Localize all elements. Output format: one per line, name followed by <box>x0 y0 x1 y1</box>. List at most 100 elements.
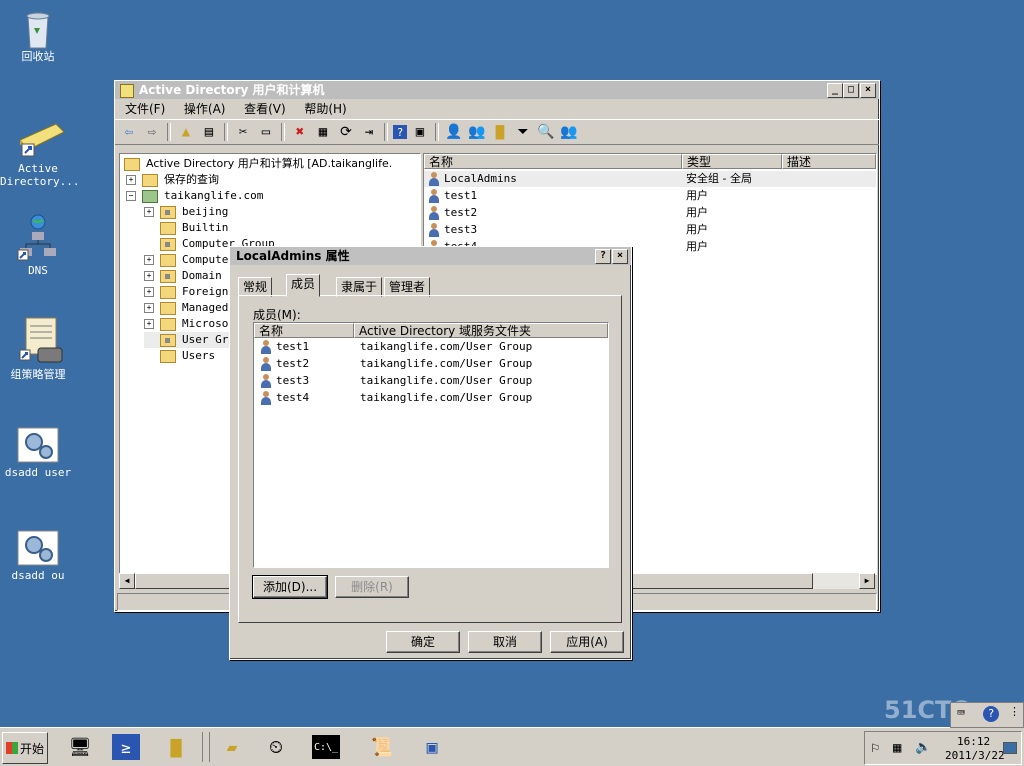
filter-icon[interactable]: ⏷ <box>513 122 533 142</box>
tree-item-microsoft[interactable]: + Microsof <box>144 316 235 332</box>
ad-users-taskbar-icon[interactable]: ▰ <box>214 732 250 762</box>
add-member-button[interactable]: 添加(D)... <box>252 575 328 599</box>
tab-members[interactable]: 成员 <box>286 274 321 297</box>
flag-icon[interactable]: ⚐ <box>871 740 879 756</box>
minimize-button[interactable]: _ <box>827 83 843 98</box>
maximize-button[interactable]: □ <box>843 83 859 98</box>
forward-arrow-icon[interactable]: ⇨ <box>142 122 162 142</box>
expand-icon[interactable]: + <box>144 303 154 313</box>
expand-icon[interactable]: + <box>144 319 154 329</box>
delete-icon[interactable]: ✖ <box>290 122 310 142</box>
expand-icon[interactable]: + <box>126 175 136 185</box>
export-list-icon[interactable]: ⇥ <box>359 122 379 142</box>
menu-action[interactable]: 操作(A) <box>184 102 226 116</box>
tab-member-of[interactable]: 隶属于 <box>336 277 383 297</box>
menu-file[interactable]: 文件(F) <box>125 102 165 116</box>
explorer-icon[interactable]: ▇ <box>158 732 194 762</box>
add-to-group-icon[interactable]: 👥 <box>559 122 579 142</box>
tree-item-domain-controllers[interactable]: + Domain C <box>144 268 235 284</box>
expand-icon[interactable]: + <box>144 207 154 217</box>
tab-managed-by[interactable]: 管理者 <box>384 277 431 297</box>
group-policy-taskbar-icon[interactable]: 📜 <box>364 732 400 762</box>
dialog-titlebar[interactable]: LocalAdmins 属性 ? × <box>230 247 631 265</box>
find-icon[interactable]: 🔍 <box>536 122 556 142</box>
tab-general[interactable]: 常规 <box>238 277 273 297</box>
back-arrow-icon[interactable]: ⇦ <box>119 122 139 142</box>
scroll-left-icon[interactable]: ◀ <box>119 573 135 589</box>
desktop-icon-recycle-bin[interactable]: 回收站 <box>0 8 76 63</box>
clock-date[interactable]: 2011/3/22 <box>945 749 1005 762</box>
tree-item-managed[interactable]: + Managed <box>144 300 228 316</box>
column-header-type[interactable]: 类型 <box>682 154 782 169</box>
refresh-icon[interactable]: ⟳ <box>336 122 356 142</box>
menu-bar: 文件(F) 操作(A) 查看(V) 帮助(H) <box>115 99 879 119</box>
members-column-folder[interactable]: Active Directory 域服务文件夹 <box>354 323 608 338</box>
aduc-titlebar[interactable]: Active Directory 用户和计算机 _ □ × <box>115 81 879 99</box>
expand-icon[interactable]: + <box>144 271 154 281</box>
member-row-test3[interactable]: test3 taikanglife.com/User Group <box>254 373 608 389</box>
task-scheduler-icon[interactable]: ⏲ <box>258 732 294 762</box>
tree-root[interactable]: Active Directory 用户和计算机 [AD.taikanglife. <box>124 156 392 172</box>
list-row-test2[interactable]: test2 用户 <box>424 205 876 221</box>
menu-view[interactable]: 查看(V) <box>244 102 286 116</box>
tree-item-users[interactable]: Users <box>144 348 215 364</box>
desktop-icon-active-directory[interactable]: Active Directory... <box>0 118 79 188</box>
expand-icon[interactable]: + <box>144 287 154 297</box>
tree-item-user-group[interactable]: User Gro <box>144 332 235 348</box>
apply-button[interactable]: 应用(A) <box>550 631 624 653</box>
tree-item-domain[interactable]: − taikanglife.com <box>126 188 263 204</box>
powershell-icon[interactable]: ≥ <box>112 734 140 760</box>
tree-item-foreign-security[interactable]: + ForeignS <box>144 284 235 300</box>
volume-icon[interactable]: 🔈 <box>915 740 931 755</box>
list-row-test3[interactable]: test3 用户 <box>424 222 876 238</box>
collapse-icon[interactable]: − <box>126 191 136 201</box>
menu-help[interactable]: 帮助(H) <box>304 102 346 116</box>
desktop-icon-group-policy[interactable]: 组策略管理 <box>0 316 76 381</box>
clock-time[interactable]: 16:12 <box>957 735 990 748</box>
column-header-name[interactable]: 名称 <box>424 154 682 169</box>
members-list[interactable]: 名称 Active Directory 域服务文件夹 test1 taikang… <box>253 322 609 568</box>
tree-item-builtin[interactable]: Builtin <box>144 220 228 236</box>
options-icon[interactable]: ⋮ <box>1009 705 1020 718</box>
tree-item-beijing[interactable]: + beijing <box>144 204 228 220</box>
member-row-test2[interactable]: test2 taikanglife.com/User Group <box>254 356 608 372</box>
cut-icon[interactable]: ✂ <box>233 122 253 142</box>
dialog-close-button[interactable]: × <box>612 249 628 264</box>
show-tree-icon[interactable]: ▤ <box>199 122 219 142</box>
help-circle-icon[interactable]: ? <box>983 706 999 722</box>
new-user-icon[interactable]: 👤 <box>444 122 464 142</box>
cmd-icon[interactable]: C:\_ <box>312 735 340 759</box>
new-group-icon[interactable]: 👥 <box>467 122 487 142</box>
help-button[interactable]: ? <box>595 249 611 264</box>
scroll-right-icon[interactable]: ▶ <box>859 573 875 589</box>
up-folder-icon[interactable]: ▲ <box>176 122 196 142</box>
dns-icon <box>16 214 60 262</box>
members-column-name[interactable]: 名称 <box>254 323 354 338</box>
show-desktop-icon[interactable] <box>1003 742 1017 754</box>
column-header-description[interactable]: 描述 <box>782 154 876 169</box>
member-row-test1[interactable]: test1 taikanglife.com/User Group <box>254 339 608 355</box>
paste-icon[interactable]: ▭ <box>256 122 276 142</box>
keyboard-icon[interactable]: ⌨ <box>957 706 965 721</box>
list-row-test1[interactable]: test1 用户 <box>424 188 876 204</box>
expand-icon[interactable]: + <box>144 255 154 265</box>
list-row-localadmins[interactable]: LocalAdmins 安全组 - 全局 <box>424 171 876 187</box>
start-button[interactable]: 开始 <box>2 732 48 764</box>
close-button[interactable]: × <box>860 83 876 98</box>
view-icon[interactable]: ▣ <box>410 122 430 142</box>
desktop-icon-dns[interactable]: DNS <box>0 214 76 277</box>
tree-item-saved-queries[interactable]: + 保存的查询 <box>126 172 219 188</box>
remote-desktop-icon[interactable]: ▣ <box>414 732 450 762</box>
server-manager-icon[interactable]: 🖥 <box>62 732 98 762</box>
cancel-button[interactable]: 取消 <box>468 631 542 653</box>
desktop-icon-dsadd-user[interactable]: dsadd user <box>0 426 76 479</box>
help-icon[interactable]: ? <box>393 125 407 139</box>
tree-item-computers[interactable]: + Computers <box>144 252 242 268</box>
remove-member-button[interactable]: 删除(R) <box>335 576 409 598</box>
desktop-icon-dsadd-ou[interactable]: dsadd ou <box>0 529 76 582</box>
new-ou-icon[interactable]: ▇ <box>490 122 510 142</box>
properties-icon[interactable]: ▦ <box>313 122 333 142</box>
ok-button[interactable]: 确定 <box>386 631 460 653</box>
network-icon[interactable]: ▦ <box>893 740 901 756</box>
member-row-test4[interactable]: test4 taikanglife.com/User Group <box>254 390 608 406</box>
